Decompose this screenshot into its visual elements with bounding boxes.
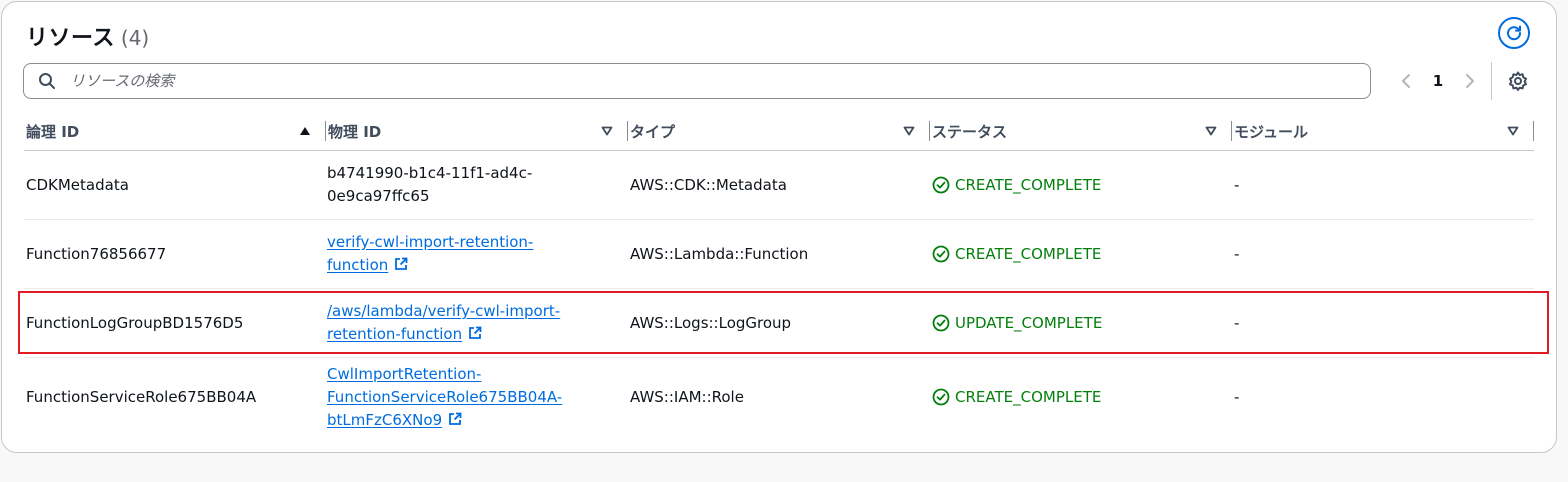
type-cell: AWS::Logs::LogGroup <box>628 288 930 358</box>
physical-id-cell: /aws/lambda/verify-cwl-import- retention… <box>326 288 628 358</box>
check-circle-icon <box>932 314 950 332</box>
caret-down-icon[interactable] <box>902 124 916 138</box>
column-header-logical-id[interactable]: 論理 ID <box>24 112 326 151</box>
physical-id-link[interactable]: function <box>327 256 388 274</box>
physical-id-cell: verify-cwl-import-retention- function <box>326 219 628 289</box>
physical-id-link[interactable]: verify-cwl-import-retention- <box>327 233 533 251</box>
external-link-icon[interactable] <box>468 326 482 340</box>
refresh-button[interactable] <box>1498 17 1530 49</box>
chevron-left-icon <box>1402 74 1410 88</box>
column-header-type[interactable]: タイプ <box>628 112 930 151</box>
status-text: CREATE_COMPLETE <box>955 387 1102 406</box>
column-label: 論理 ID <box>26 122 80 141</box>
caret-down-icon[interactable] <box>1204 124 1218 138</box>
check-circle-icon <box>932 388 950 406</box>
toolbar-divider <box>1491 62 1492 100</box>
pagination: 1 <box>1396 66 1480 96</box>
caret-down-icon[interactable] <box>1506 124 1520 138</box>
column-label: タイプ <box>630 122 676 141</box>
next-page-button[interactable] <box>1460 66 1480 96</box>
logical-id-cell: FunctionLogGroupBD1576D5 <box>24 288 326 358</box>
status-cell: CREATE_COMPLETE <box>930 150 1232 220</box>
column-label: 物理 ID <box>328 122 382 141</box>
chevron-right-icon <box>1466 74 1474 88</box>
column-header-physical-id[interactable]: 物理 ID <box>326 112 628 151</box>
physical-id-link[interactable]: retention-function <box>327 325 462 343</box>
caret-up-icon[interactable] <box>298 124 312 138</box>
page-number[interactable]: 1 <box>1416 72 1460 90</box>
type-cell: AWS::Lambda::Function <box>628 219 930 289</box>
search-box[interactable] <box>23 63 1371 99</box>
physical-id-link[interactable]: CwlImportRetention- <box>327 365 481 383</box>
table-row[interactable]: Function76856677 verify-cwl-import-reten… <box>24 219 1534 289</box>
status-text: CREATE_COMPLETE <box>955 244 1102 263</box>
column-label: ステータス <box>932 122 1008 141</box>
check-circle-icon <box>932 245 950 263</box>
status-text: UPDATE_COMPLETE <box>955 313 1103 332</box>
resource-count: (4) <box>120 26 150 50</box>
check-circle-icon <box>932 176 950 194</box>
prev-page-button[interactable] <box>1396 66 1416 96</box>
external-link-icon[interactable] <box>448 412 462 426</box>
column-header-module[interactable]: モジュール <box>1232 112 1534 151</box>
physical-id-text: 0e9ca97ffc65 <box>327 187 430 205</box>
module-cell: - <box>1234 387 1240 406</box>
module-cell: - <box>1232 150 1534 220</box>
panel-header: リソース (4) <box>26 20 149 52</box>
column-label: モジュール <box>1234 122 1308 141</box>
table-header-row: 論理 ID 物理 ID タイプ ステータス モジュール <box>24 112 1534 151</box>
type-cell: AWS::IAM::Role <box>630 387 744 406</box>
resources-table: 論理 ID 物理 ID タイプ ステータス モジュール CDKMetadata … <box>24 112 1534 436</box>
column-header-status[interactable]: ステータス <box>930 112 1232 151</box>
status-cell: CREATE_COMPLETE <box>930 219 1232 289</box>
physical-id-link[interactable]: /aws/lambda/verify-cwl-import- <box>327 302 560 320</box>
settings-button[interactable] <box>1506 69 1530 93</box>
physical-id-cell: CwlImportRetention- FunctionServiceRole6… <box>326 358 628 437</box>
type-cell: AWS::CDK::Metadata <box>628 150 930 220</box>
physical-id-link[interactable]: btLmFzC6XNo9 <box>327 411 442 429</box>
table-row[interactable]: FunctionServiceRole675BB04A CwlImportRet… <box>24 358 1534 437</box>
physical-id-cell: b4741990-b1c4-11f1-ad4c- 0e9ca97ffc65 <box>326 150 628 220</box>
module-cell: - <box>1232 288 1534 358</box>
search-input[interactable] <box>68 65 1352 97</box>
table-row[interactable]: CDKMetadata b4741990-b1c4-11f1-ad4c- 0e9… <box>24 150 1534 220</box>
logical-id-cell: CDKMetadata <box>24 150 326 220</box>
physical-id-link[interactable]: FunctionServiceRole675BB04A- <box>327 388 562 406</box>
logical-id-cell: Function76856677 <box>24 219 326 289</box>
caret-down-icon[interactable] <box>600 124 614 138</box>
logical-id-cell: FunctionServiceRole675BB04A <box>26 387 257 406</box>
refresh-icon <box>1507 25 1522 41</box>
page-title: リソース <box>26 26 115 51</box>
physical-id-text: b4741990-b1c4-11f1-ad4c- <box>327 164 533 182</box>
external-link-icon[interactable] <box>394 257 408 271</box>
search-icon <box>38 72 56 90</box>
gear-icon <box>1509 71 1527 91</box>
status-cell: CREATE_COMPLETE <box>930 358 1232 437</box>
table-row[interactable]: FunctionLogGroupBD1576D5 /aws/lambda/ver… <box>24 288 1534 358</box>
status-cell: UPDATE_COMPLETE <box>930 288 1232 358</box>
module-cell: - <box>1232 219 1534 289</box>
column-resizer[interactable] <box>1533 121 1534 141</box>
status-text: CREATE_COMPLETE <box>955 175 1102 194</box>
